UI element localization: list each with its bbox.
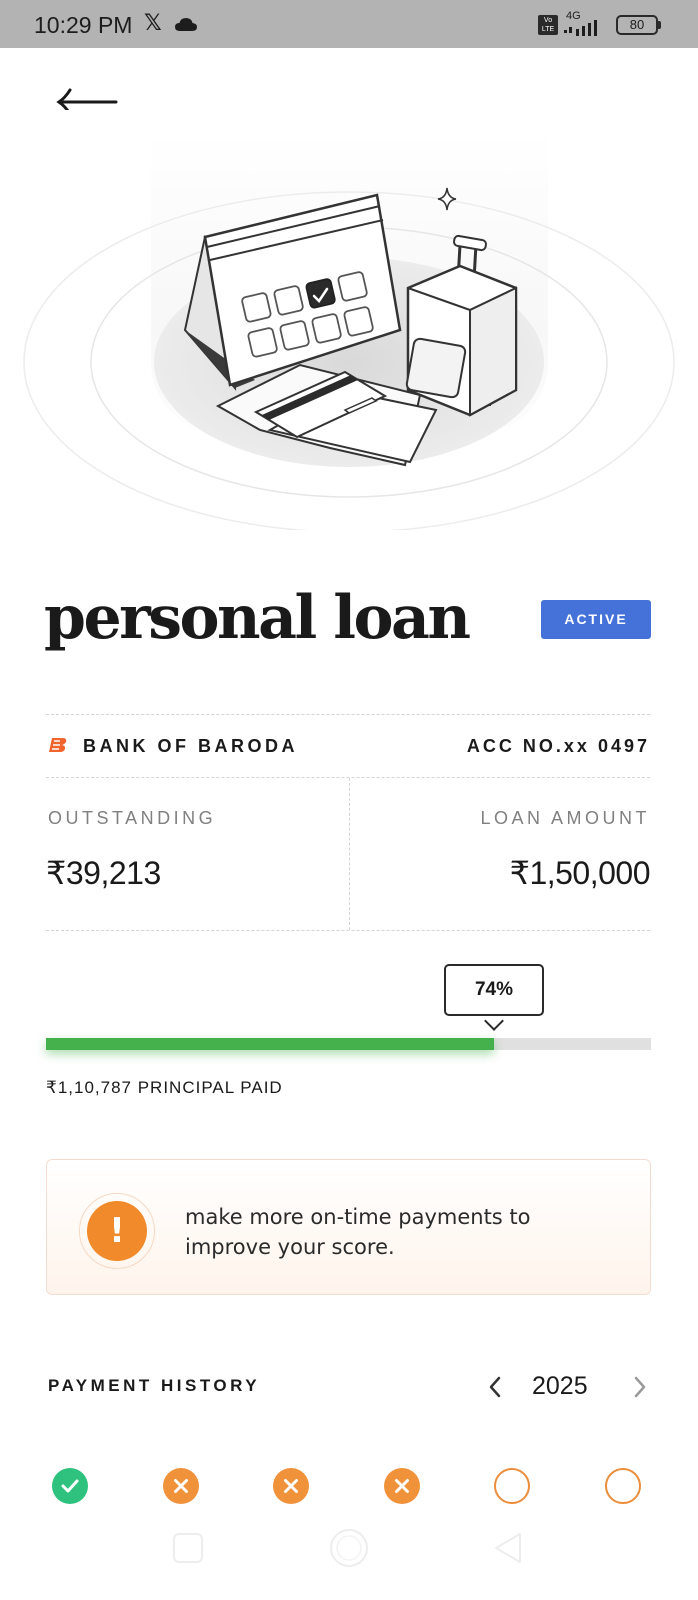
month-status-missed[interactable] (163, 1468, 199, 1504)
repayment-progress-fill (46, 1038, 494, 1050)
cross-icon (174, 1479, 188, 1493)
status-badge: ACTIVE (541, 600, 651, 639)
cross-icon (284, 1479, 298, 1493)
page-title: personal loan (44, 583, 471, 653)
battery-cap (658, 21, 661, 29)
check-icon (61, 1479, 79, 1493)
battery-level: 80 (629, 17, 645, 32)
chevron-right-icon (634, 1376, 646, 1398)
divider (46, 777, 650, 778)
cross-icon (395, 1479, 409, 1493)
recents-button (173, 1533, 203, 1563)
payment-history-title: PAYMENT HISTORY (48, 1376, 261, 1395)
chevron-left-icon (489, 1376, 501, 1398)
month-status-paid[interactable] (52, 1468, 88, 1504)
next-year-button[interactable] (628, 1372, 652, 1402)
month-status-upcoming[interactable] (605, 1468, 641, 1504)
tip-card: ! make more on-time payments to improve … (46, 1159, 651, 1295)
status-time: 10:29 PM (34, 12, 133, 38)
account-number: ACC NO.xx 0497 (466, 736, 650, 756)
month-status-upcoming[interactable] (494, 1468, 530, 1504)
back-nav-button (495, 1533, 521, 1563)
progress-tooltip: 74% (444, 964, 544, 1016)
x-app-icon: 𝕏 (144, 11, 162, 36)
bank-of-baroda-logo-icon (49, 738, 67, 752)
tip-text: make more on-time payments to improve yo… (185, 1205, 531, 1259)
principal-paid: ₹1,10,787 PRINCIPAL PAID (46, 1078, 283, 1097)
signal-icon (564, 20, 597, 36)
cloud-icon (175, 18, 197, 31)
battery-icon: 80 (616, 15, 658, 35)
month-status-missed[interactable] (384, 1468, 420, 1504)
loan-amount-label: LOAN AMOUNT (480, 808, 650, 828)
year-label: 2025 (532, 1372, 588, 1400)
outstanding-label: OUTSTANDING (48, 808, 217, 828)
vertical-divider (349, 778, 350, 930)
loan-amount-value: ₹1,50,000 (509, 855, 651, 891)
status-bar: 10:29 PM 𝕏 Vo LTE 4G 80 (0, 0, 698, 48)
bank-name: BANK OF BARODA (83, 736, 298, 756)
divider (46, 930, 650, 931)
divider (46, 714, 650, 715)
month-status-missed[interactable] (273, 1468, 309, 1504)
volte-icon: Vo LTE (538, 15, 558, 35)
outstanding-value: ₹39,213 (46, 855, 161, 891)
previous-year-button[interactable] (483, 1372, 507, 1402)
exclamation-icon: ! (87, 1201, 147, 1261)
repayment-progress-bar (46, 1038, 651, 1050)
system-navigation-bar (173, 1529, 521, 1567)
loan-illustration (0, 110, 698, 530)
